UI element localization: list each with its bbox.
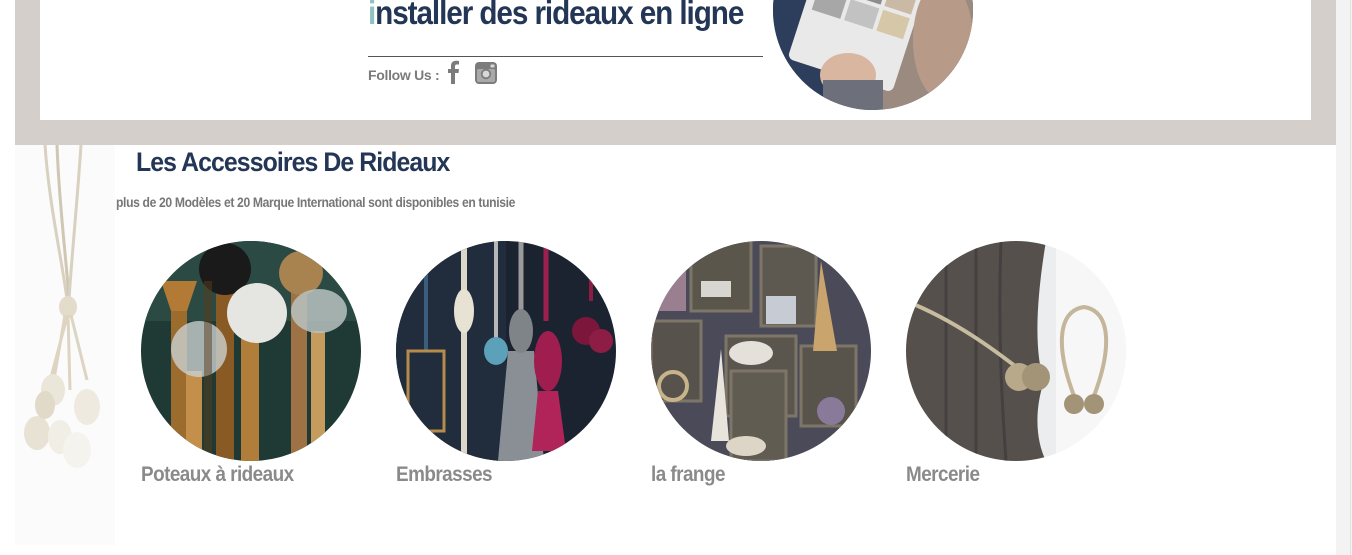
category-label[interactable]: la frange bbox=[651, 463, 849, 487]
follow-us-label: Follow Us : bbox=[368, 67, 440, 83]
tassel-tiebacks-photo bbox=[396, 241, 616, 461]
magnetic-tieback-photo bbox=[906, 241, 1126, 461]
banner-title-text: nstaller des rideaux en ligne bbox=[375, 0, 744, 31]
category-label[interactable]: Poteaux à rideaux bbox=[141, 463, 339, 487]
banner-divider bbox=[368, 56, 763, 57]
banner-title-initial: i bbox=[368, 0, 376, 31]
section-title: Les Accessoires De Rideaux bbox=[136, 147, 450, 177]
category-label[interactable]: Mercerie bbox=[906, 463, 1104, 487]
tablet-catalog-photo bbox=[773, 0, 973, 110]
instagram-icon[interactable] bbox=[475, 62, 498, 84]
facebook-icon[interactable] bbox=[447, 60, 460, 84]
category-image[interactable] bbox=[651, 241, 871, 461]
category-image[interactable] bbox=[141, 241, 361, 461]
header-banner-frame: installer des rideaux en ligne Follow Us… bbox=[15, 0, 1336, 145]
category-card-embrasses[interactable]: Embrasses bbox=[396, 241, 616, 487]
right-border bbox=[1350, 0, 1351, 555]
banner-photo bbox=[773, 0, 973, 110]
fringe-trims-shelf-photo bbox=[651, 241, 871, 461]
category-image[interactable] bbox=[396, 241, 616, 461]
follow-us: Follow Us : bbox=[368, 60, 498, 84]
curtain-rod-finials-photo bbox=[141, 241, 361, 461]
section-subtitle: plus de 20 Modèles et 20 Marque Internat… bbox=[116, 195, 516, 210]
category-card-mercerie[interactable]: Mercerie bbox=[906, 241, 1126, 487]
banner-title: installer des rideaux en ligne bbox=[368, 0, 744, 32]
header-banner: installer des rideaux en ligne Follow Us… bbox=[40, 0, 1311, 120]
category-image[interactable] bbox=[906, 241, 1126, 461]
category-card-poteaux[interactable]: Poteaux à rideaux bbox=[141, 241, 361, 487]
category-card-frange[interactable]: la frange bbox=[651, 241, 871, 487]
category-label[interactable]: Embrasses bbox=[396, 463, 594, 487]
tassel-tieback-decoration bbox=[24, 145, 100, 468]
